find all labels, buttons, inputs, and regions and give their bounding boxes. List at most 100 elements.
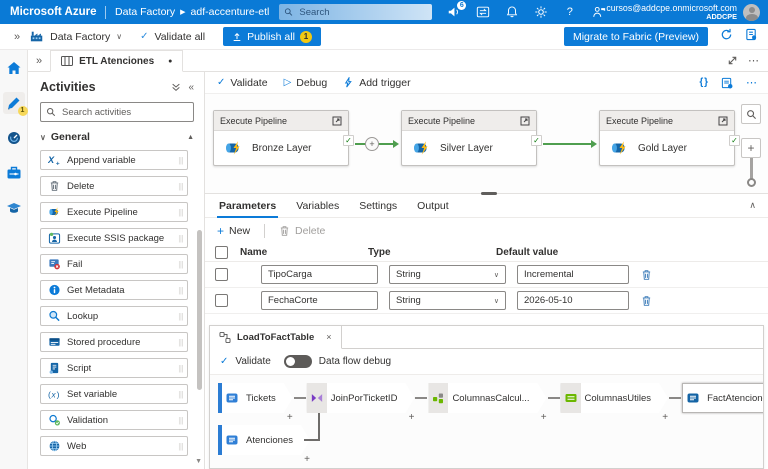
- zoom-in-button[interactable]: +: [741, 138, 761, 158]
- activity-item-execute-pipeline[interactable]: Execute Pipeline|||: [40, 202, 188, 222]
- more-options-icon[interactable]: ⋯: [748, 54, 760, 67]
- collapse-all-icon[interactable]: [171, 82, 181, 92]
- activity-item-append-variable[interactable]: X+Append variable|||: [40, 150, 188, 170]
- param-default-input[interactable]: Incremental: [517, 265, 629, 284]
- add-transformation-button[interactable]: +: [287, 412, 293, 423]
- collapse-properties-icon[interactable]: ∧: [749, 200, 756, 211]
- drag-grip-icon[interactable]: |||: [178, 156, 183, 165]
- drag-grip-icon[interactable]: |||: [178, 208, 183, 217]
- activity-item-execute-ssis[interactable]: Execute SSIS package|||: [40, 228, 188, 248]
- factory-selector[interactable]: Data Factory ∨: [30, 30, 122, 43]
- activity-item-validation[interactable]: Validation|||: [40, 410, 188, 430]
- activity-item-delete[interactable]: Delete|||: [40, 176, 188, 196]
- announcements-icon[interactable]: 6: [446, 5, 461, 20]
- activities-search-input[interactable]: [60, 106, 188, 119]
- drag-grip-icon[interactable]: |||: [178, 338, 183, 347]
- collapse-panel-icon[interactable]: «: [188, 82, 194, 93]
- breadcrumb-app[interactable]: Data Factory: [115, 6, 175, 18]
- expand-resource-explorer-icon[interactable]: »: [36, 55, 42, 67]
- dataflow-node-joinporticketid[interactable]: JoinPorTicketID+: [307, 383, 415, 413]
- tab-settings[interactable]: Settings: [349, 194, 407, 218]
- breadcrumb-resource[interactable]: adf-accenture-etl: [191, 6, 270, 18]
- param-name-input[interactable]: FechaCorte: [261, 291, 378, 310]
- open-pipeline-icon[interactable]: [718, 116, 728, 126]
- activities-scrollbar-thumb[interactable]: [197, 230, 202, 390]
- activity-item-script[interactable]: Script|||: [40, 358, 188, 378]
- nav-manage-icon[interactable]: [3, 162, 25, 184]
- param-name-input[interactable]: TipoCarga: [261, 265, 378, 284]
- row-checkbox[interactable]: [215, 294, 228, 307]
- avatar[interactable]: [743, 4, 760, 21]
- validate-button[interactable]: ✓ Validate: [217, 77, 268, 89]
- nav-home-icon[interactable]: [3, 57, 25, 79]
- param-type-select[interactable]: String∨: [389, 265, 506, 284]
- publish-all-button[interactable]: Publish all 1: [223, 27, 321, 46]
- activity-item-set-variable[interactable]: (x)Set variable|||: [40, 384, 188, 404]
- activity-node-silver[interactable]: Execute Pipeline Silver Layer ✓: [401, 110, 537, 166]
- notebook-icon[interactable]: [745, 28, 758, 46]
- help-icon[interactable]: ?: [562, 5, 577, 20]
- pipeline-canvas[interactable]: Execute Pipeline Bronze Layer ✓ Execute …: [205, 94, 768, 193]
- open-pipeline-icon[interactable]: [332, 116, 342, 126]
- add-transformation-button[interactable]: +: [541, 412, 547, 423]
- select-all-checkbox[interactable]: [215, 246, 228, 259]
- drag-grip-icon[interactable]: |||: [178, 442, 183, 451]
- param-default-input[interactable]: 2026-05-10: [517, 291, 629, 310]
- nav-author-icon[interactable]: 1: [3, 92, 25, 114]
- activity-item-stored-procedure[interactable]: Stored procedure|||: [40, 332, 188, 352]
- drag-grip-icon[interactable]: |||: [178, 312, 183, 321]
- drag-grip-icon[interactable]: |||: [178, 234, 183, 243]
- activity-item-lookup[interactable]: Lookup|||: [40, 306, 188, 326]
- account-info[interactable]: cursos@addcpe.onmicrosoft.com ADDCPE: [606, 3, 737, 22]
- drag-grip-icon[interactable]: |||: [178, 260, 183, 269]
- activities-section-general[interactable]: ∨ General ▲: [40, 131, 194, 143]
- add-trigger-button[interactable]: Add trigger: [343, 77, 410, 89]
- drag-grip-icon[interactable]: |||: [178, 364, 183, 373]
- azure-brand[interactable]: Microsoft Azure: [10, 6, 96, 18]
- open-pipeline-icon[interactable]: [520, 116, 530, 126]
- drag-grip-icon[interactable]: |||: [178, 182, 183, 191]
- notifications-icon[interactable]: [504, 5, 519, 20]
- activity-node-gold[interactable]: Execute Pipeline Gold Layer ✓: [599, 110, 735, 166]
- nav-monitor-icon[interactable]: [3, 127, 25, 149]
- canvas-search-button[interactable]: [741, 104, 761, 124]
- tab-loadtofacttable[interactable]: LoadToFactTable ×: [210, 326, 342, 349]
- row-checkbox[interactable]: [215, 268, 228, 281]
- delete-row-icon[interactable]: [641, 269, 652, 281]
- tab-parameters[interactable]: Parameters: [209, 194, 286, 218]
- tab-etl-atenciones[interactable]: ETL Atenciones ●: [50, 50, 183, 72]
- add-transformation-button[interactable]: +: [304, 454, 310, 465]
- tab-output[interactable]: Output: [407, 194, 459, 218]
- drag-grip-icon[interactable]: |||: [178, 390, 183, 399]
- validate-all-button[interactable]: ✓ Validate all: [140, 31, 205, 43]
- add-transformation-button[interactable]: +: [662, 412, 668, 423]
- delete-parameter-button[interactable]: Delete: [279, 225, 325, 237]
- dataflow-node-tickets[interactable]: Tickets+: [218, 383, 293, 413]
- more-options-icon[interactable]: ⋯: [746, 76, 758, 89]
- activity-node-bronze[interactable]: Execute Pipeline Bronze Layer ✓: [213, 110, 349, 166]
- activities-search[interactable]: [40, 102, 194, 122]
- tab-variables[interactable]: Variables: [286, 194, 349, 218]
- settings-icon[interactable]: [533, 5, 548, 20]
- activity-item-get-metadata[interactable]: Get Metadata|||: [40, 280, 188, 300]
- migrate-to-fabric-button[interactable]: Migrate to Fabric (Preview): [564, 27, 708, 46]
- feedback-icon[interactable]: [591, 5, 606, 20]
- add-transformation-button[interactable]: +: [409, 412, 415, 423]
- refresh-icon[interactable]: [720, 28, 733, 46]
- drag-grip-icon[interactable]: |||: [178, 416, 183, 425]
- delete-row-icon[interactable]: [641, 295, 652, 307]
- add-activity-on-success-button[interactable]: +: [365, 137, 379, 151]
- expand-icon[interactable]: [727, 55, 738, 66]
- dataflow-canvas[interactable]: Tickets+ JoinPorTicketID+ ColumnasCalcul..…: [210, 374, 763, 468]
- dataflow-node-columnascalcul[interactable]: ColumnasCalcul...+: [428, 383, 546, 413]
- scroll-down-icon[interactable]: ▼: [195, 458, 202, 465]
- properties-icon[interactable]: [721, 77, 733, 89]
- dataflow-node-atenciones[interactable]: Atenciones+: [218, 425, 310, 455]
- dataflow-validate-button[interactable]: Validate: [235, 356, 270, 367]
- zoom-slider-track[interactable]: [750, 158, 753, 180]
- global-search[interactable]: [279, 4, 432, 20]
- param-type-select[interactable]: String∨: [389, 291, 506, 310]
- activity-item-fail[interactable]: Fail|||: [40, 254, 188, 274]
- code-view-icon[interactable]: { }: [699, 77, 708, 88]
- zoom-slider-handle[interactable]: [747, 178, 756, 187]
